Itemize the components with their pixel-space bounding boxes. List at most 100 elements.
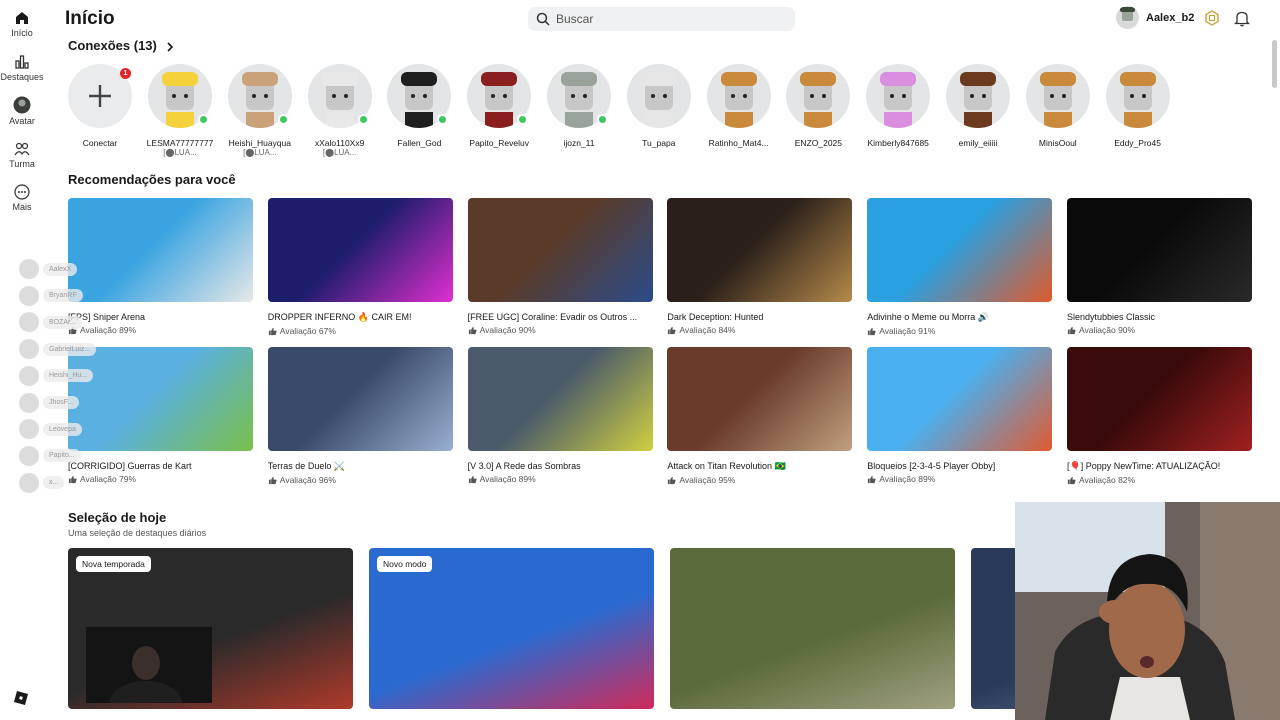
chat-contact[interactable]: Leovepa [19,419,82,440]
connection-item[interactable]: Papito_Reveluv [459,64,539,148]
friend-name[interactable]: Tu_papa [619,138,699,148]
game-card[interactable]: DROPPER INFERNO 🔥 CAIR EM! Avaliação 67% [267,198,453,336]
chat-avatar[interactable] [19,285,39,306]
game-thumbnail[interactable] [667,347,853,451]
nav-avatar[interactable]: Avatar [0,96,44,126]
connection-item[interactable]: xXalo110Xx9 [⬤LUA... [300,64,380,157]
user-avatar[interactable] [1116,6,1139,29]
game-thumbnail[interactable] [267,198,453,302]
chat-contact-name[interactable]: x... [43,476,65,490]
chat-avatar[interactable] [19,392,39,413]
connection-item[interactable]: Heishi_Huayqua [⬤LUA... [220,64,300,157]
game-title[interactable]: [🎈] Poppy NewTime: ATUALIZAÇÃO! [1067,461,1252,472]
connection-item[interactable]: ENZO_2025 [778,64,858,148]
game-title[interactable]: Adivinhe o Meme ou Morra 🔊 [867,312,1052,323]
chat-contact[interactable]: Papito... [19,445,81,466]
featured-game-card[interactable] [670,548,955,709]
friend-name[interactable]: ijozn_11 [539,138,619,148]
search-input[interactable] [556,12,776,26]
friend-name[interactable]: Eddy_Pro45 [1098,138,1178,148]
game-thumbnail[interactable] [267,347,453,451]
game-title[interactable]: Slendytubbies Classic [1067,312,1252,322]
chat-contact-name[interactable]: Papito... [43,449,81,463]
connection-item[interactable]: MinisOoul [1018,64,1098,148]
game-thumbnail[interactable] [467,198,653,302]
chat-contact-name[interactable]: Leovepa [43,422,82,436]
chat-contact[interactable]: GabrielLuiz... [19,339,97,360]
connection-item[interactable]: emily_eiiiii [938,64,1018,148]
game-card[interactable]: [FPS] Sniper Arena Avaliação 89% [68,198,253,335]
friend-avatar[interactable] [946,64,1010,128]
friend-name[interactable]: ENZO_2025 [778,138,858,148]
game-title[interactable]: [CORRIGIDO] Guerras de Kart [68,461,253,471]
game-thumbnail[interactable] [1067,198,1252,302]
friend-name[interactable]: MinisOoul [1018,138,1098,148]
friend-avatar[interactable] [1025,64,1090,128]
chat-avatar[interactable] [19,419,39,440]
game-title[interactable]: [V 3.0] A Rede das Sombras [468,461,653,471]
chat-contact-name[interactable]: BOZAr... [43,315,82,329]
game-title[interactable]: [FREE UGC] Coraline: Evadir os Outros ..… [468,312,653,322]
friend-avatar[interactable] [866,64,931,128]
nav-charts[interactable]: Destaques [0,54,44,82]
game-thumbnail[interactable] [68,347,253,451]
friend-name[interactable]: Kimberly847685 [858,138,938,148]
chat-contact[interactable]: x... [19,472,65,493]
game-card[interactable]: Adivinhe o Meme ou Morra 🔊 Avaliação 91% [867,198,1053,336]
friend-name[interactable]: emily_eiiiii [938,138,1018,148]
connection-item[interactable]: Kimberly847685 [858,64,938,148]
connection-item[interactable]: Tu_papa [619,64,699,148]
chat-contact[interactable]: Heishi_Hu... [19,365,94,386]
nav-home[interactable]: Início [0,10,44,38]
chat-contact-name[interactable]: AalexX [43,262,78,276]
featured-game-card[interactable]: Novo modo [369,548,654,709]
game-title[interactable]: Dark Deception: Hunted [667,312,852,322]
connection-item[interactable]: Ratinho_Mat4... [699,64,779,148]
game-thumbnail[interactable] [68,198,253,302]
game-title[interactable]: Bloqueios [2-3-4-5 Player Obby] [867,461,1052,471]
friend-avatar[interactable] [706,64,771,128]
friend-name[interactable]: Papito_Reveluv [459,138,539,148]
friend-avatar[interactable] [1105,64,1170,128]
add-connection-button[interactable]: 1 Conectar [60,64,140,148]
game-thumbnail[interactable] [1067,347,1252,451]
chat-avatar[interactable] [19,259,39,279]
connections-title-link[interactable]: Conexões (13) [68,38,175,53]
username[interactable]: Aalex_b2 [1146,12,1194,24]
nav-more[interactable]: Mais [0,184,44,212]
connection-item[interactable]: Eddy_Pro45 [1098,64,1178,148]
game-card[interactable]: [V 3.0] A Rede das Sombras Avaliação 89% [467,347,653,484]
user-menu[interactable]: Aalex_b2 [1116,6,1220,29]
friend-name[interactable]: Heishi_Huayqua [220,138,300,148]
game-card[interactable]: Dark Deception: Hunted Avaliação 84% [667,198,853,335]
chat-contact[interactable]: BOZAr... [19,312,82,333]
friend-name[interactable]: Ratinho_Mat4... [699,138,779,148]
game-title[interactable]: Terras de Duelo ⚔️ [268,461,453,472]
chat-contact-name[interactable]: GabrielLuiz... [43,342,97,356]
chat-contact-name[interactable]: BryanRF [43,289,83,303]
game-title[interactable]: [FPS] Sniper Arena [68,312,253,322]
connection-item[interactable]: LESMA77777777 [⬤LUA... [140,64,220,157]
roblox-logo-icon[interactable] [13,690,29,706]
game-card[interactable]: [🎈] Poppy NewTime: ATUALIZAÇÃO! Avaliação… [1067,347,1252,485]
chat-avatar[interactable] [19,339,39,360]
chat-avatar[interactable] [19,312,39,333]
game-thumbnail[interactable] [867,347,1053,451]
nav-group[interactable]: Turma [0,141,44,169]
chat-avatar[interactable] [19,365,39,386]
chat-contact-name[interactable]: JhosF... [43,396,80,409]
game-card[interactable]: Slendytubbies Classic Avaliação 90% [1067,198,1252,335]
game-title[interactable]: DROPPER INFERNO 🔥 CAIR EM! [268,312,453,323]
game-card[interactable]: Attack on Titan Revolution 🇧🇷 Avaliação 9… [667,347,853,485]
chat-avatar[interactable] [19,445,39,466]
chat-contact[interactable]: JhosF... [19,392,80,413]
game-thumbnail[interactable] [667,198,853,302]
friend-name[interactable]: xXalo110Xx9 [300,138,380,148]
chat-contact[interactable]: BryanRF [19,285,83,306]
game-title[interactable]: Attack on Titan Revolution 🇧🇷 [667,461,852,472]
chat-avatar[interactable] [19,472,39,493]
game-thumbnail[interactable] [867,198,1053,302]
search-bar[interactable] [528,7,795,31]
game-thumbnail[interactable] [467,347,653,451]
bell-icon[interactable] [1234,10,1250,27]
